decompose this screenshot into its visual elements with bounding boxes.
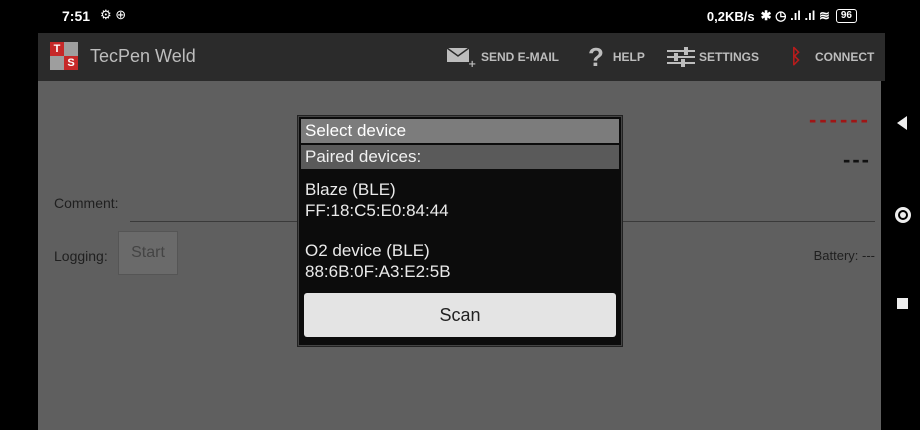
logging-label: Logging:	[54, 248, 108, 264]
paired-devices-header: Paired devices:	[301, 145, 619, 169]
logo-letter-s: S	[64, 56, 78, 70]
scan-button[interactable]: Scan	[304, 293, 616, 337]
mail-icon: +	[446, 47, 476, 68]
signal-icons: ✱ ◷ .ıl .ıl ≋	[760, 8, 830, 23]
measurement-value: ---	[843, 147, 871, 172]
battery-status: Battery: ---	[813, 248, 875, 263]
action-bar: T S TecPen Weld + SEND E-MAIL ? HELP SET…	[38, 33, 885, 81]
bluetooth-icon: ᛒ	[790, 45, 802, 68]
settings-button[interactable]: SETTINGS	[666, 33, 759, 81]
device-address: FF:18:C5:E0:84:44	[305, 201, 449, 220]
help-icon: ?	[588, 42, 604, 72]
recent-apps-icon[interactable]	[897, 298, 908, 309]
home-icon[interactable]	[895, 207, 911, 223]
navigation-bar	[885, 0, 920, 430]
settings-sliders-icon	[667, 47, 695, 67]
status-right: 0,2KB/s ✱ ◷ .ıl .ıl ≋ 96	[707, 8, 857, 24]
connect-button[interactable]: ᛒ CONNECT	[786, 33, 874, 81]
app-title: TecPen Weld	[90, 46, 196, 66]
status-bar: 7:51 ⚙ ⊕ 0,2KB/s ✱ ◷ .ıl .ıl ≋ 96	[0, 0, 885, 32]
start-logging-button[interactable]: Start	[118, 231, 178, 275]
logo-block	[64, 42, 78, 56]
net-speed: 0,2KB/s	[706, 8, 755, 24]
comment-label: Comment:	[54, 195, 119, 211]
device-name: O2 device (BLE)	[305, 241, 430, 260]
help-label: HELP	[612, 50, 645, 64]
settings-label: SETTINGS	[699, 50, 760, 64]
device-name: Blaze (BLE)	[305, 180, 396, 199]
send-email-button[interactable]: + SEND E-MAIL	[446, 33, 559, 81]
send-email-label: SEND E-MAIL	[481, 50, 559, 64]
status-left-icons: ⚙ ⊕	[100, 7, 127, 22]
device-address: 88:6B:0F:A3:E2:5B	[305, 262, 451, 281]
measurement-value-red: ------	[809, 107, 871, 132]
select-device-dialog: Select device Paired devices: Blaze (BLE…	[298, 116, 622, 346]
connect-label: CONNECT	[815, 50, 875, 64]
svg-text:+: +	[468, 59, 476, 68]
dialog-title: Select device	[301, 119, 619, 143]
back-icon[interactable]	[897, 116, 907, 130]
logo-block	[50, 56, 64, 70]
device-item-o2[interactable]: O2 device (BLE) 88:6B:0F:A3:E2:5B	[305, 240, 615, 282]
app-logo: T S	[50, 42, 80, 72]
device-item-blaze[interactable]: Blaze (BLE) FF:18:C5:E0:84:44	[305, 179, 615, 221]
help-button[interactable]: ? HELP	[588, 33, 645, 81]
battery-icon: 96	[835, 9, 857, 23]
logo-letter-t: T	[50, 42, 64, 56]
status-time: 7:51	[62, 8, 91, 24]
